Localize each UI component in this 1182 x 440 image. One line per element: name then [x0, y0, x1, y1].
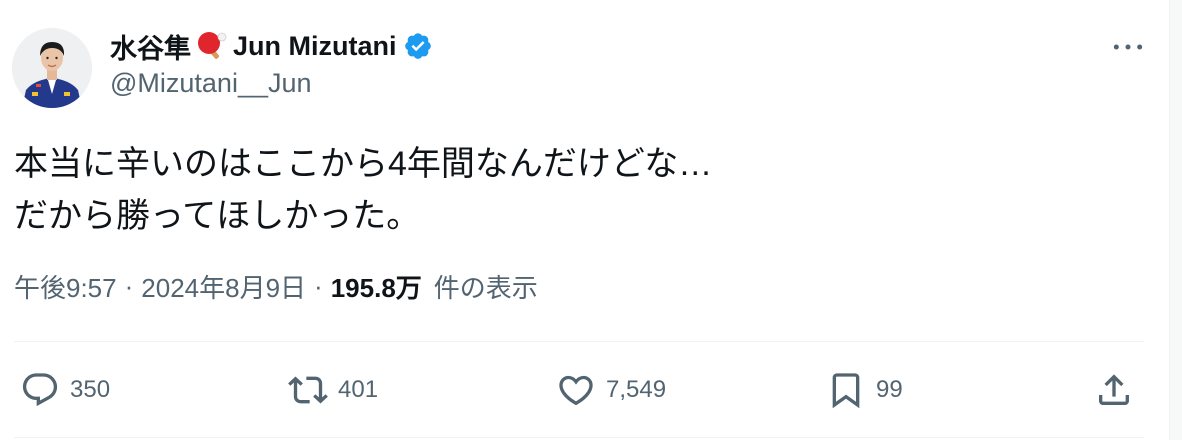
- tweet-text-line: 本当に辛いのはここから4年間なんだけどな…: [14, 145, 713, 183]
- author-handle[interactable]: @Mizutani__Jun: [110, 68, 312, 99]
- profile-photo: [12, 28, 92, 108]
- reply-count: 350: [70, 376, 111, 403]
- views-label[interactable]: 件の表示: [434, 268, 538, 305]
- tweet-date[interactable]: 2024年8月9日: [141, 268, 306, 305]
- author-display-name-suffix[interactable]: Jun Mizutani: [233, 31, 397, 62]
- scrollbar-track[interactable]: [1169, 0, 1182, 440]
- ping-pong-paddle-icon: [195, 29, 229, 63]
- meta-separator: ·: [124, 270, 134, 301]
- retweet-icon: [288, 376, 328, 404]
- tweet-metadata: 午後9:57 · 2024年8月9日 · 195.8万 件の表示: [14, 266, 538, 306]
- heart-icon: [559, 375, 593, 406]
- bookmark-count: 99: [876, 376, 903, 403]
- tweet-card: 水谷隼 Jun Mizutani @Mizutani__Jun 本当に辛いのはこ…: [0, 0, 1182, 440]
- share-button[interactable]: [1094, 367, 1134, 413]
- more-options-button[interactable]: [1108, 32, 1148, 62]
- verified-badge-icon[interactable]: [403, 31, 433, 61]
- divider: [14, 437, 1144, 438]
- like-count: 7,549: [606, 376, 667, 403]
- reply-icon: [22, 373, 58, 407]
- tweet-time[interactable]: 午後9:57: [14, 268, 117, 305]
- author-display-name[interactable]: 水谷隼: [110, 27, 191, 66]
- reply-button[interactable]: 350: [20, 367, 110, 413]
- like-button[interactable]: 7,549: [556, 367, 666, 413]
- bookmark-button[interactable]: 99: [826, 367, 903, 413]
- meta-separator: ·: [314, 270, 323, 301]
- tweet-text: 本当に辛いのはここから4年間なんだけどな… だから勝ってほしかった。: [14, 138, 712, 242]
- retweet-button[interactable]: 401: [288, 367, 378, 413]
- bookmark-icon: [832, 373, 860, 409]
- views-count[interactable]: 195.8万: [331, 268, 422, 305]
- tweet-text-line: だから勝ってほしかった。: [14, 197, 421, 235]
- divider: [14, 341, 1144, 342]
- more-dots-icon: [1113, 44, 1143, 50]
- share-icon: [1099, 374, 1129, 405]
- avatar[interactable]: [12, 28, 92, 108]
- retweet-count: 401: [338, 376, 379, 403]
- author-name-row[interactable]: 水谷隼 Jun Mizutani: [110, 26, 433, 66]
